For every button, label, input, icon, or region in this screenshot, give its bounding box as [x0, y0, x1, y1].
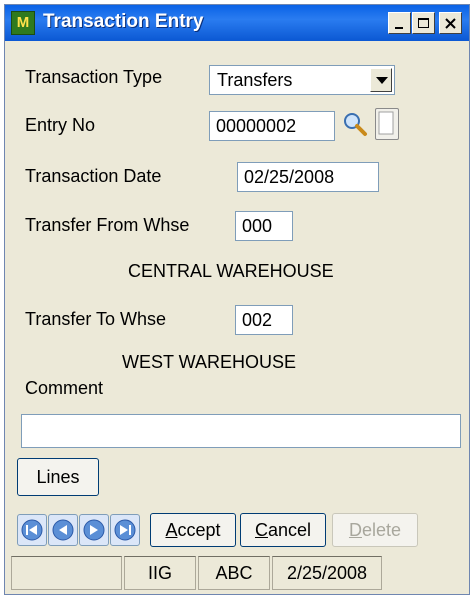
comment-label: Comment [25, 378, 104, 398]
transfer-to-whse-name: WEST WAREHOUSE [122, 352, 297, 372]
transaction-type-value: Transfers [217, 70, 293, 90]
window-title: Transaction Entry [43, 11, 204, 32]
first-record-icon [21, 519, 43, 541]
transaction-entry-window: M Transaction Entry Transaction Type Tra… [4, 4, 470, 595]
entry-no-field[interactable]: 00000002 [209, 111, 335, 141]
transfer-to-whse-field[interactable]: 002 [235, 305, 293, 335]
entry-no-label: Entry No [25, 115, 96, 135]
transfer-from-whse-label: Transfer From Whse [25, 215, 190, 235]
comment-field[interactable] [21, 414, 461, 448]
status-company: IIG [124, 556, 196, 590]
delete-label: elete [361, 520, 402, 540]
transaction-date-label: Transaction Date [25, 166, 162, 186]
next-record-button[interactable] [79, 514, 109, 546]
title-bar[interactable]: M Transaction Entry [5, 5, 469, 41]
minimize-icon [395, 27, 403, 29]
next-record-icon [83, 519, 105, 541]
cancel-button[interactable]: Cancel [240, 513, 326, 547]
delete-mnemonic: D [348, 520, 362, 540]
transaction-type-label: Transaction Type [25, 67, 163, 87]
maximize-icon [418, 18, 429, 28]
document-icon [378, 111, 394, 135]
transaction-type-dropdown-button[interactable] [370, 68, 392, 92]
close-icon [445, 18, 456, 29]
transfer-from-whse-name: CENTRAL WAREHOUSE [128, 261, 334, 281]
lines-button[interactable]: Lines [17, 458, 99, 496]
accept-mnemonic: A [165, 520, 178, 540]
first-record-button[interactable] [17, 514, 47, 546]
transaction-date-field[interactable]: 02/25/2008 [237, 162, 379, 192]
transfer-to-whse-label: Transfer To Whse [25, 309, 167, 329]
previous-record-icon [52, 519, 74, 541]
transfer-from-whse-field[interactable]: 000 [235, 211, 293, 241]
last-record-icon [114, 519, 136, 541]
app-icon: M [11, 11, 35, 35]
maximize-button[interactable] [412, 12, 435, 34]
previous-record-button[interactable] [48, 514, 78, 546]
status-cell-1 [11, 556, 122, 590]
cancel-label: ancel [267, 520, 312, 540]
next-number-button[interactable] [375, 108, 399, 140]
accept-label: ccept [177, 520, 221, 540]
delete-button[interactable]: Delete [332, 513, 418, 547]
status-date: 2/25/2008 [272, 556, 382, 590]
minimize-button[interactable] [388, 12, 411, 34]
cancel-mnemonic: C [254, 520, 268, 540]
accept-button[interactable]: Accept [150, 513, 236, 547]
close-button[interactable] [439, 12, 462, 34]
status-user: ABC [198, 556, 270, 590]
chevron-down-icon [376, 77, 388, 84]
status-bar: IIG ABC 2/25/2008 [11, 556, 467, 590]
last-record-button[interactable] [110, 514, 140, 546]
lookup-button[interactable] [342, 111, 368, 139]
transaction-type-select[interactable]: Transfers [209, 65, 395, 95]
magnifier-icon [344, 113, 367, 136]
